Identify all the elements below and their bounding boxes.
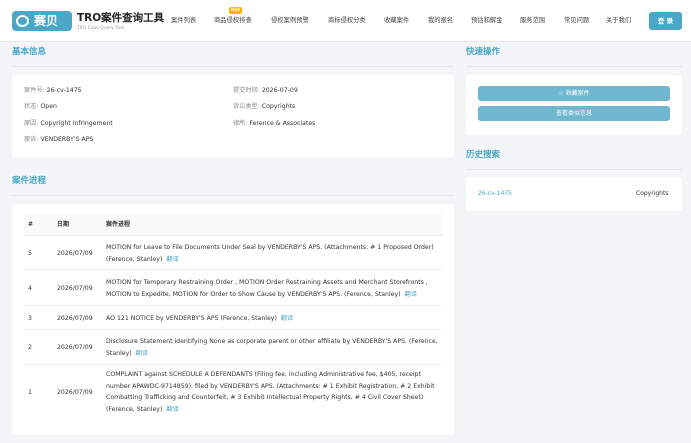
case-number-label: 案件号: bbox=[24, 87, 45, 94]
brand-subtitle: TRO Case Query Tool bbox=[77, 26, 125, 31]
table-row: MOTION for Leave to File Documents Under… bbox=[106, 242, 438, 265]
quick-actions-title: 快速操作 bbox=[466, 47, 501, 57]
quick-actions-card bbox=[466, 75, 682, 135]
history-title: 历史搜索 bbox=[466, 150, 501, 160]
row-divider bbox=[24, 305, 443, 306]
row-date: 2026/07/09 bbox=[57, 344, 93, 351]
favorite-case-label: 收藏案件 bbox=[565, 90, 590, 97]
law-firm-value: Ference & Associates bbox=[249, 120, 316, 127]
section-divider bbox=[12, 66, 454, 67]
row-divider bbox=[24, 364, 443, 365]
nav-item-case-alert[interactable]: 侵权案例预警 bbox=[271, 17, 309, 25]
row-number: 5 bbox=[28, 250, 32, 257]
table-row: AO 121 NOTICE by VENDERBY'S APS (Ference… bbox=[106, 313, 438, 325]
row-event-text: COMPLAINT against SCHEDULE A DEFENDANTS … bbox=[106, 371, 435, 413]
table-header bbox=[24, 214, 443, 236]
law-firm-label: 律所: bbox=[233, 120, 248, 127]
logo-icon bbox=[16, 15, 29, 27]
case-progress-title: 案件进程 bbox=[12, 176, 47, 186]
section-divider bbox=[466, 66, 682, 67]
column-header-number: # bbox=[28, 221, 34, 228]
row-number: 3 bbox=[28, 315, 32, 322]
history-case-type: Copyrights bbox=[636, 190, 669, 197]
section-divider bbox=[466, 169, 682, 170]
nav-item-settlement-estimate[interactable]: 预估和解金 bbox=[471, 17, 502, 25]
basic-info-title: 基本信息 bbox=[12, 47, 47, 57]
translate-link[interactable]: 翻译 bbox=[281, 315, 293, 322]
star-icon: ☆ bbox=[558, 90, 564, 97]
row-divider bbox=[24, 329, 443, 330]
hot-badge: Hot bbox=[229, 7, 243, 14]
column-header-event: 案件进程 bbox=[106, 221, 131, 228]
row-date: 2026/07/09 bbox=[57, 250, 93, 257]
filed-date-label: 提交时间: bbox=[233, 87, 260, 94]
history-case-link[interactable]: 26-cv-1475 bbox=[478, 190, 512, 198]
nav-item-my-registration[interactable]: 我的报名 bbox=[428, 17, 453, 25]
favorite-case-button[interactable]: ☆ 收藏案件 bbox=[478, 86, 670, 101]
plaintiff-value: VENDERBY'S APS bbox=[40, 136, 94, 143]
row-date: 2026/07/09 bbox=[57, 389, 93, 396]
table-row: COMPLAINT against SCHEDULE A DEFENDANTS … bbox=[106, 369, 438, 415]
case-number-value: 26-cv-1475 bbox=[46, 87, 82, 94]
logo[interactable]: 赛贝 bbox=[12, 11, 72, 31]
cause-label: 原因: bbox=[24, 120, 39, 127]
basic-info-card: 案件号: 26-cv-1475 提交时间: 2026-07-09 状态: Ope… bbox=[12, 75, 454, 157]
nav-item-trademark-category[interactable]: 商标侵权分类 bbox=[328, 17, 366, 25]
row-divider bbox=[24, 269, 443, 270]
status-label: 状态: bbox=[24, 103, 39, 110]
nav-item-case-list[interactable]: 案件列表 bbox=[171, 17, 196, 25]
row-event-text: Disclosure Statement identifying None as… bbox=[106, 338, 438, 357]
table-row: MOTION for Temporary Restraining Order ,… bbox=[106, 277, 438, 300]
filed-date-value: 2026-07-09 bbox=[261, 87, 298, 94]
case-type-field: 诉讼类型: Copyrights bbox=[233, 103, 295, 111]
nav-item-product-check[interactable]: 商品侵权排查 bbox=[214, 17, 252, 25]
case-number-field: 案件号: 26-cv-1475 bbox=[24, 87, 82, 95]
nav-item-favorites[interactable]: 收藏案件 bbox=[384, 17, 409, 25]
row-number: 1 bbox=[28, 389, 32, 396]
logo-text: 赛贝 bbox=[34, 14, 59, 28]
status-field: 状态: Open bbox=[24, 103, 57, 111]
row-number: 4 bbox=[28, 285, 32, 292]
row-event-text: MOTION for Leave to File Documents Under… bbox=[106, 244, 434, 263]
column-header-date: 日期 bbox=[57, 221, 70, 228]
nav-item-about[interactable]: 关于我们 bbox=[606, 17, 631, 25]
plaintiff-label: 原告: bbox=[24, 136, 39, 143]
table-row: Disclosure Statement identifying None as… bbox=[106, 336, 438, 359]
login-button[interactable]: 登 录 bbox=[649, 12, 682, 30]
filed-date-field: 提交时间: 2026-07-09 bbox=[233, 87, 298, 95]
brand-title: TRO案件查询工具 bbox=[77, 12, 165, 24]
view-similar-button[interactable]: 查看类似信息 bbox=[478, 106, 670, 121]
case-type-value: Copyrights bbox=[261, 103, 296, 110]
plaintiff-field: 原告: VENDERBY'S APS bbox=[24, 136, 93, 144]
row-number: 2 bbox=[28, 344, 32, 351]
row-date: 2026/07/09 bbox=[57, 315, 93, 322]
top-navigation-bar: 赛贝 TRO案件查询工具 TRO Case Query Tool 案件列表 Ho… bbox=[0, 0, 691, 42]
translate-link[interactable]: 翻译 bbox=[166, 256, 178, 263]
row-date: 2026/07/09 bbox=[57, 285, 93, 292]
nav-item-faq[interactable]: 常见问题 bbox=[564, 17, 589, 25]
translate-link[interactable]: 翻译 bbox=[166, 406, 178, 413]
case-type-label: 诉讼类型: bbox=[233, 103, 260, 110]
translate-link[interactable]: 翻译 bbox=[136, 350, 148, 357]
row-event-text: AO 121 NOTICE by VENDERBY'S APS (Ference… bbox=[106, 315, 277, 322]
law-firm-field: 律所: Ference & Associates bbox=[233, 120, 315, 128]
section-divider bbox=[12, 195, 454, 196]
nav-item-service-scope[interactable]: 服务范围 bbox=[520, 17, 545, 25]
cause-value: Copyright Infringement bbox=[40, 120, 113, 127]
row-event-text: MOTION for Temporary Restraining Order ,… bbox=[106, 279, 428, 298]
status-value: Open bbox=[40, 103, 57, 110]
translate-link[interactable]: 翻译 bbox=[405, 291, 417, 298]
cause-field: 原因: Copyright Infringement bbox=[24, 120, 113, 128]
